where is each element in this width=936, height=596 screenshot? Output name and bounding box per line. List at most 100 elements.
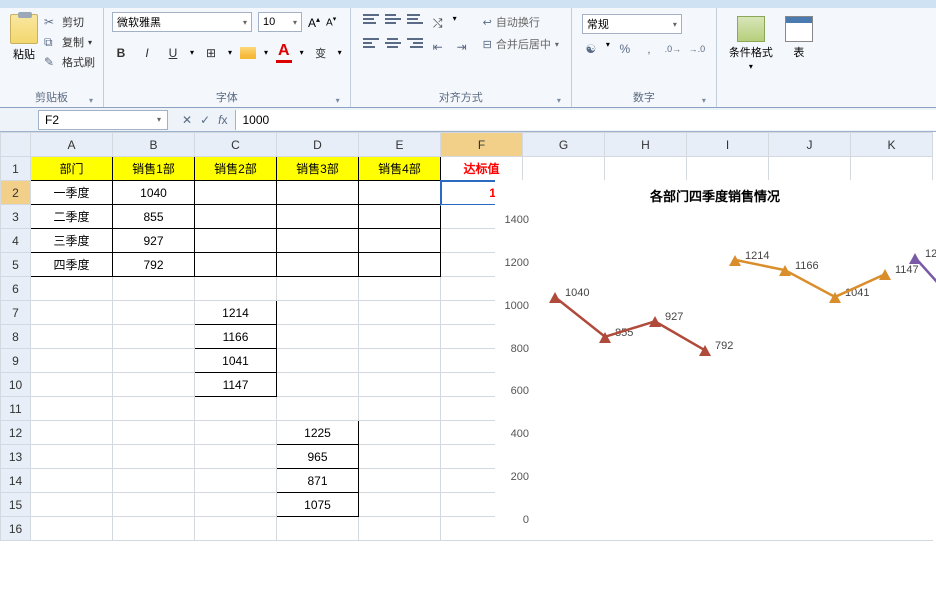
cell-D6[interactable] <box>277 277 359 301</box>
fill-color-button[interactable] <box>240 47 256 59</box>
cell-C7[interactable]: 1214 <box>195 301 277 325</box>
cell-B11[interactable] <box>113 397 195 421</box>
col-header-H[interactable]: H <box>605 133 687 157</box>
cut-button[interactable]: 剪切 <box>44 14 95 30</box>
cell-A16[interactable] <box>31 517 113 541</box>
increase-indent-button[interactable] <box>453 38 471 56</box>
worksheet[interactable]: ABCDEFGHIJK1部门销售1部销售2部销售3部销售4部达标值2一季度104… <box>0 132 936 541</box>
cell-D13[interactable]: 965 <box>277 445 359 469</box>
cell-B9[interactable] <box>113 349 195 373</box>
col-header-C[interactable]: C <box>195 133 277 157</box>
cell-D8[interactable] <box>277 325 359 349</box>
cell-C16[interactable] <box>195 517 277 541</box>
cell-E10[interactable] <box>359 373 441 397</box>
format-painter-button[interactable]: 格式刷 <box>44 54 95 70</box>
cell-E2[interactable] <box>359 181 441 205</box>
cell-D1[interactable]: 销售3部 <box>277 157 359 181</box>
select-all-corner[interactable] <box>1 133 31 157</box>
col-header-E[interactable]: E <box>359 133 441 157</box>
font-size-combo[interactable]: 10▾ <box>258 12 302 32</box>
cell-K1[interactable] <box>851 157 933 181</box>
underline-button[interactable]: U <box>164 44 182 62</box>
cell-E15[interactable] <box>359 493 441 517</box>
align-left-button[interactable] <box>363 38 379 52</box>
font-name-combo[interactable]: 微软雅黑▾ <box>112 12 252 32</box>
col-header-B[interactable]: B <box>113 133 195 157</box>
comma-button[interactable] <box>640 40 658 58</box>
cell-A2[interactable]: 一季度 <box>31 181 113 205</box>
row-header-6[interactable]: 6 <box>1 277 31 301</box>
italic-button[interactable]: I <box>138 44 156 62</box>
col-header-J[interactable]: J <box>769 133 851 157</box>
align-bottom-button[interactable] <box>407 14 423 28</box>
wrap-text-button[interactable]: 自动换行 <box>483 14 559 30</box>
cell-B3[interactable]: 855 <box>113 205 195 229</box>
cell-D3[interactable] <box>277 205 359 229</box>
cell-C2[interactable] <box>195 181 277 205</box>
cell-E4[interactable] <box>359 229 441 253</box>
cell-A5[interactable]: 四季度 <box>31 253 113 277</box>
row-header-4[interactable]: 4 <box>1 229 31 253</box>
cell-A9[interactable] <box>31 349 113 373</box>
cell-C3[interactable] <box>195 205 277 229</box>
cell-A14[interactable] <box>31 469 113 493</box>
row-header-7[interactable]: 7 <box>1 301 31 325</box>
row-header-3[interactable]: 3 <box>1 205 31 229</box>
cell-C10[interactable]: 1147 <box>195 373 277 397</box>
bold-button[interactable]: B <box>112 44 130 62</box>
name-box[interactable]: F2▾ <box>38 110 168 130</box>
cell-E9[interactable] <box>359 349 441 373</box>
cell-D9[interactable] <box>277 349 359 373</box>
cell-E5[interactable] <box>359 253 441 277</box>
cell-D16[interactable] <box>277 517 359 541</box>
cell-A1[interactable]: 部门 <box>31 157 113 181</box>
cell-B5[interactable]: 792 <box>113 253 195 277</box>
align-top-button[interactable] <box>363 14 379 28</box>
cell-F1[interactable]: 达标值 <box>441 157 523 181</box>
cell-E16[interactable] <box>359 517 441 541</box>
formula-input[interactable]: 1000 <box>235 110 936 130</box>
col-header-A[interactable]: A <box>31 133 113 157</box>
cell-C4[interactable] <box>195 229 277 253</box>
phonetic-button[interactable]: 变 <box>312 44 330 62</box>
cell-E3[interactable] <box>359 205 441 229</box>
cell-B10[interactable] <box>113 373 195 397</box>
percent-button[interactable] <box>616 40 634 58</box>
font-color-button[interactable]: A <box>276 42 292 63</box>
paste-icon[interactable] <box>10 14 38 44</box>
cell-C14[interactable] <box>195 469 277 493</box>
cell-E1[interactable]: 销售4部 <box>359 157 441 181</box>
cell-D10[interactable] <box>277 373 359 397</box>
cell-E13[interactable] <box>359 445 441 469</box>
cell-E14[interactable] <box>359 469 441 493</box>
cell-C5[interactable] <box>195 253 277 277</box>
align-center-button[interactable] <box>385 38 401 52</box>
number-format-combo[interactable]: 常规▾ <box>582 14 682 34</box>
row-header-16[interactable]: 16 <box>1 517 31 541</box>
cell-A4[interactable]: 三季度 <box>31 229 113 253</box>
cell-A15[interactable] <box>31 493 113 517</box>
cell-E7[interactable] <box>359 301 441 325</box>
cell-A6[interactable] <box>31 277 113 301</box>
cell-A8[interactable] <box>31 325 113 349</box>
cell-D7[interactable] <box>277 301 359 325</box>
col-header-G[interactable]: G <box>523 133 605 157</box>
cell-D4[interactable] <box>277 229 359 253</box>
increase-decimal-button[interactable] <box>664 40 682 58</box>
cell-I1[interactable] <box>687 157 769 181</box>
col-header-K[interactable]: K <box>851 133 933 157</box>
cell-H1[interactable] <box>605 157 687 181</box>
cell-C6[interactable] <box>195 277 277 301</box>
cell-E8[interactable] <box>359 325 441 349</box>
cancel-formula-button[interactable]: ✕ <box>182 113 192 127</box>
row-header-9[interactable]: 9 <box>1 349 31 373</box>
cell-E12[interactable] <box>359 421 441 445</box>
merge-center-button[interactable]: 合并后居中 ▾ <box>483 36 559 52</box>
paste-button[interactable]: 粘贴 <box>13 46 35 62</box>
row-header-2[interactable]: 2 <box>1 181 31 205</box>
cell-B14[interactable] <box>113 469 195 493</box>
cell-B4[interactable]: 927 <box>113 229 195 253</box>
row-header-10[interactable]: 10 <box>1 373 31 397</box>
borders-button[interactable] <box>202 44 220 62</box>
cell-B7[interactable] <box>113 301 195 325</box>
